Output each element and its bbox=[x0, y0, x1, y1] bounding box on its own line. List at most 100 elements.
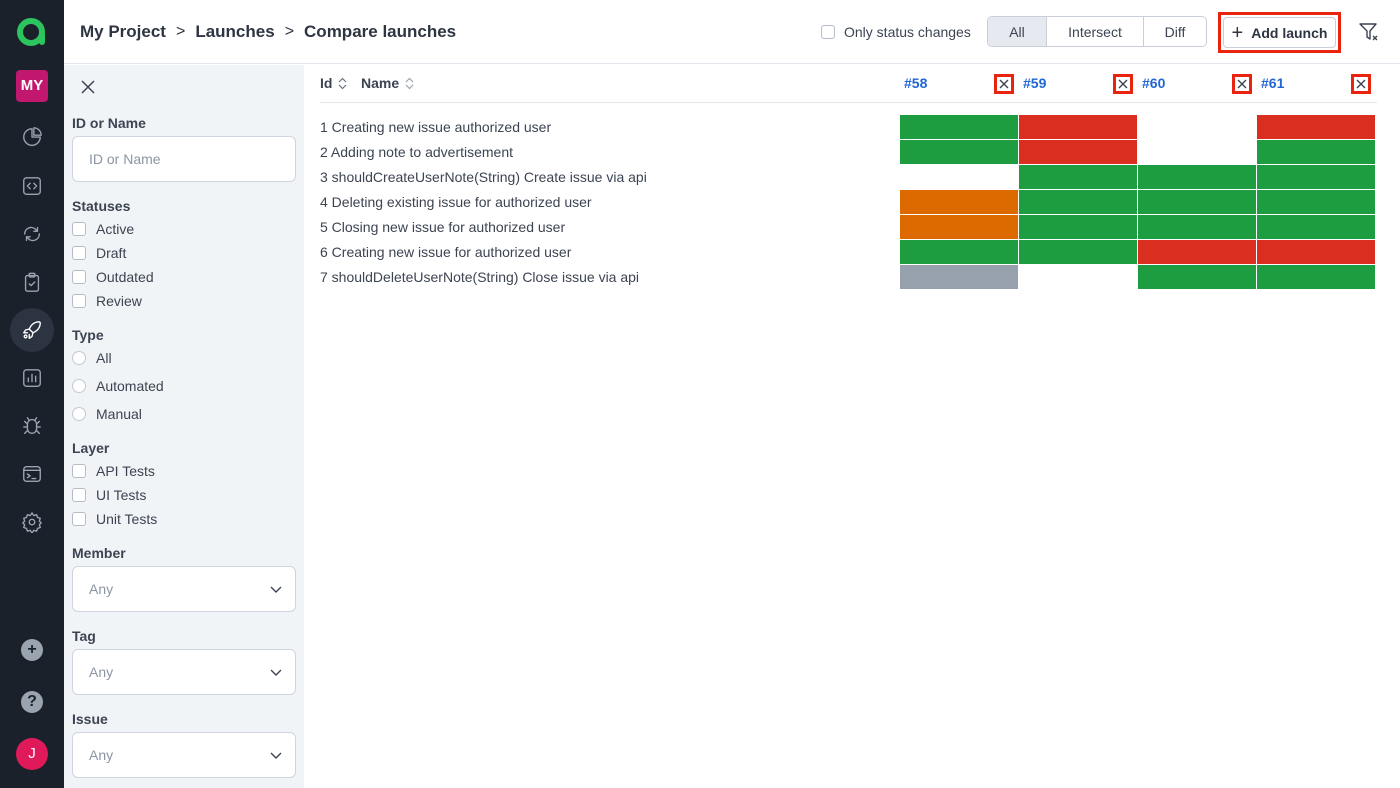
remove-launch-button[interactable] bbox=[994, 74, 1014, 94]
result-cell-skipped[interactable] bbox=[900, 265, 1018, 289]
checkbox[interactable] bbox=[72, 464, 86, 478]
result-cell-passed[interactable] bbox=[1019, 190, 1137, 214]
type-option-manual[interactable]: Manual bbox=[72, 406, 142, 422]
radio[interactable] bbox=[72, 407, 86, 421]
result-cell-passed[interactable] bbox=[1138, 165, 1256, 189]
launch-link-60[interactable]: #60 bbox=[1142, 75, 1165, 91]
nav-sync[interactable] bbox=[10, 212, 54, 256]
tag-value: Any bbox=[89, 664, 114, 680]
breadcrumb-launches[interactable]: Launches bbox=[195, 22, 274, 42]
nav-defects[interactable] bbox=[10, 404, 54, 448]
layer-option-ui[interactable]: UI Tests bbox=[72, 487, 146, 503]
result-cell-passed[interactable] bbox=[1138, 190, 1256, 214]
add-launch-highlight: + Add launch bbox=[1218, 12, 1341, 53]
result-cell-blocked[interactable] bbox=[900, 215, 1018, 239]
radio[interactable] bbox=[72, 379, 86, 393]
nav-launches[interactable] bbox=[10, 308, 54, 352]
nav-test-code[interactable] bbox=[10, 164, 54, 208]
checkbox[interactable] bbox=[72, 222, 86, 236]
checkbox[interactable] bbox=[72, 512, 86, 526]
radio[interactable] bbox=[72, 351, 86, 365]
result-cell-passed[interactable] bbox=[1019, 215, 1137, 239]
help-icon[interactable]: ? bbox=[21, 691, 43, 713]
rocket-icon bbox=[23, 321, 41, 339]
result-cell-failed[interactable] bbox=[1019, 140, 1137, 164]
test-case-name[interactable]: 1 Creating new issue authorized user bbox=[320, 119, 551, 135]
nav-terminal[interactable] bbox=[10, 452, 54, 496]
type-label: Type bbox=[72, 327, 104, 343]
launch-link-61[interactable]: #61 bbox=[1261, 75, 1284, 91]
mode-diff-button[interactable]: Diff bbox=[1143, 17, 1206, 46]
result-cell-passed[interactable] bbox=[1138, 265, 1256, 289]
status-option-active[interactable]: Active bbox=[72, 221, 134, 237]
checkbox[interactable] bbox=[72, 488, 86, 502]
only-status-changes-toggle[interactable]: Only status changes bbox=[821, 24, 971, 40]
column-name-header[interactable]: Name bbox=[361, 75, 414, 91]
tag-label: Tag bbox=[72, 628, 96, 644]
sort-icon bbox=[339, 77, 347, 89]
result-cell-passed[interactable] bbox=[900, 140, 1018, 164]
result-cell-passed[interactable] bbox=[1257, 190, 1375, 214]
type-option-automated[interactable]: Automated bbox=[72, 378, 164, 394]
result-cell-passed[interactable] bbox=[1019, 240, 1137, 264]
test-case-name[interactable]: 6 Creating new issue for authorized user bbox=[320, 244, 571, 260]
test-case-name[interactable]: 5 Closing new issue for authorized user bbox=[320, 219, 565, 235]
issue-select[interactable]: Any bbox=[72, 732, 296, 778]
terminal-icon bbox=[23, 465, 41, 483]
remove-launch-button[interactable] bbox=[1232, 74, 1252, 94]
close-icon bbox=[997, 77, 1011, 91]
issue-value: Any bbox=[89, 747, 114, 763]
test-case-name[interactable]: 7 shouldDeleteUserNote(String) Close iss… bbox=[320, 269, 639, 285]
result-cell-passed[interactable] bbox=[1257, 140, 1375, 164]
result-cell-passed[interactable] bbox=[1257, 265, 1375, 289]
checkbox[interactable] bbox=[72, 294, 86, 308]
launch-link-59[interactable]: #59 bbox=[1023, 75, 1046, 91]
result-cell-passed[interactable] bbox=[900, 115, 1018, 139]
id-or-name-input[interactable]: ID or Name bbox=[72, 136, 296, 182]
mode-intersect-button[interactable]: Intersect bbox=[1046, 17, 1143, 46]
result-cell-passed[interactable] bbox=[1138, 215, 1256, 239]
only-status-changes-checkbox[interactable] bbox=[821, 25, 835, 39]
test-case-name[interactable]: 4 Deleting existing issue for authorized… bbox=[320, 194, 592, 210]
status-option-draft[interactable]: Draft bbox=[72, 245, 126, 261]
result-cell-failed[interactable] bbox=[1019, 115, 1137, 139]
project-badge[interactable]: MY bbox=[16, 70, 48, 102]
add-icon[interactable]: + bbox=[21, 639, 43, 661]
checkbox[interactable] bbox=[72, 246, 86, 260]
test-case-name[interactable]: 3 shouldCreateUserNote(String) Create is… bbox=[320, 169, 647, 185]
option-label: Automated bbox=[96, 378, 164, 394]
remove-launch-button[interactable] bbox=[1113, 74, 1133, 94]
member-select[interactable]: Any bbox=[72, 566, 296, 612]
close-filters-icon[interactable] bbox=[80, 79, 96, 95]
nav-dashboards[interactable] bbox=[10, 115, 54, 159]
result-cell-passed[interactable] bbox=[1019, 165, 1137, 189]
result-cell-failed[interactable] bbox=[1257, 115, 1375, 139]
result-cell-passed[interactable] bbox=[900, 240, 1018, 264]
breadcrumb-project[interactable]: My Project bbox=[80, 22, 166, 42]
status-option-review[interactable]: Review bbox=[72, 293, 142, 309]
layer-option-unit[interactable]: Unit Tests bbox=[72, 511, 157, 527]
clear-filter-icon[interactable] bbox=[1358, 21, 1380, 43]
checkbox[interactable] bbox=[72, 270, 86, 284]
mode-all-button[interactable]: All bbox=[988, 17, 1046, 46]
nav-reports[interactable] bbox=[10, 356, 54, 400]
result-cell-failed[interactable] bbox=[1138, 240, 1256, 264]
user-avatar[interactable]: J bbox=[16, 738, 48, 770]
result-cell-passed[interactable] bbox=[1257, 215, 1375, 239]
result-cell-failed[interactable] bbox=[1257, 240, 1375, 264]
close-icon bbox=[1116, 77, 1130, 91]
result-cell-passed[interactable] bbox=[1257, 165, 1375, 189]
status-option-outdated[interactable]: Outdated bbox=[72, 269, 154, 285]
remove-launch-button[interactable] bbox=[1351, 74, 1371, 94]
test-case-name[interactable]: 2 Adding note to advertisement bbox=[320, 144, 513, 160]
column-id-header[interactable]: Id bbox=[320, 75, 347, 91]
add-launch-button[interactable]: + Add launch bbox=[1223, 17, 1336, 48]
nav-settings[interactable] bbox=[10, 500, 54, 544]
type-option-all[interactable]: All bbox=[72, 350, 112, 366]
layer-option-api[interactable]: API Tests bbox=[72, 463, 155, 479]
tag-select[interactable]: Any bbox=[72, 649, 296, 695]
launch-link-58[interactable]: #58 bbox=[904, 75, 927, 91]
nav-test-plans[interactable] bbox=[10, 260, 54, 304]
result-cell-blocked[interactable] bbox=[900, 190, 1018, 214]
app-logo-icon[interactable] bbox=[16, 16, 48, 48]
